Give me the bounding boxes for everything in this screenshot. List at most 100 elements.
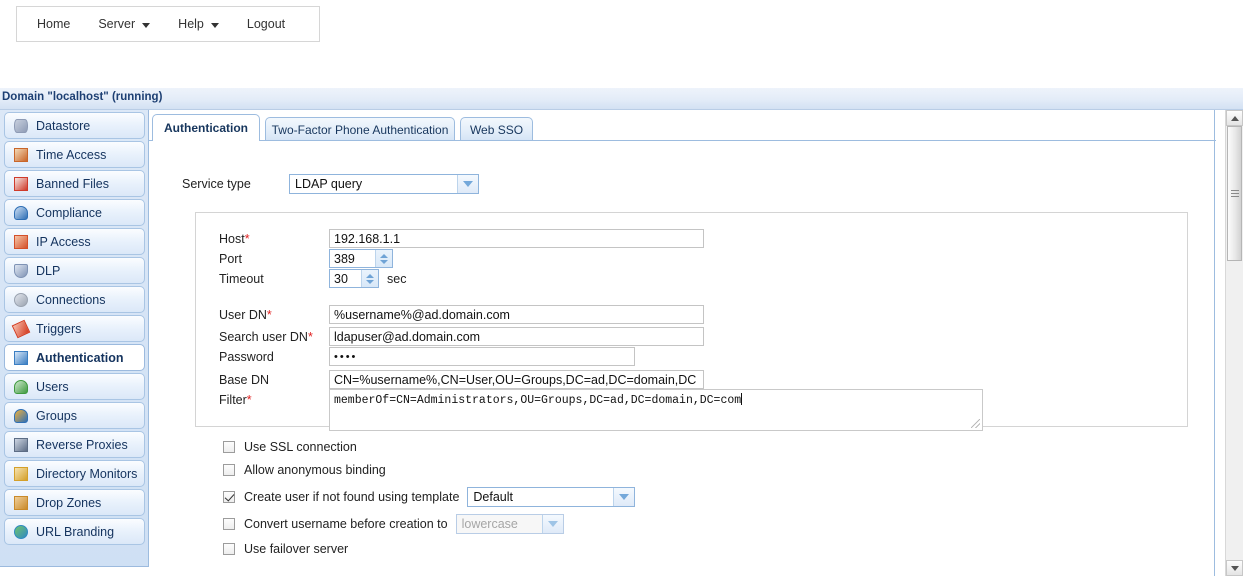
- left-sidebar-nav: Datastore Time Access Banned Files Complian…: [0, 110, 149, 567]
- datastore-icon: [13, 118, 29, 134]
- domain-status-text: Domain "localhost" (running): [2, 91, 163, 103]
- service-type-select[interactable]: LDAP query: [289, 174, 479, 194]
- required-asterisk: *: [246, 393, 252, 407]
- sidebar-item-label: Groups: [36, 408, 77, 423]
- option-label: Use SSL connection: [244, 440, 357, 454]
- sidebar-item-connections[interactable]: Connections: [4, 286, 145, 313]
- tab-authentication[interactable]: Authentication: [152, 114, 260, 141]
- stepper-arrows-icon[interactable]: [361, 270, 378, 287]
- service-type-row: Service type LDAP query: [182, 174, 479, 194]
- sidebar-item-authentication[interactable]: Authentication: [4, 344, 145, 371]
- sidebar-item-label: URL Branding: [36, 524, 115, 539]
- firewall-icon: [13, 234, 29, 250]
- checkbox-use-ssl-connection[interactable]: [223, 441, 235, 453]
- option-row-create-user-if-not-found-using-tem: Create user if not found using template D…: [223, 487, 636, 507]
- scrollbar-thumb[interactable]: [1227, 126, 1242, 261]
- content-right-border: [1214, 110, 1215, 576]
- chevron-down-icon: [541, 515, 563, 533]
- sidebar-item-label: Triggers: [36, 321, 82, 336]
- checkbox-use-failover-server[interactable]: [223, 543, 235, 555]
- vertical-scrollbar[interactable]: [1225, 110, 1243, 576]
- option-row-use-ssl-connection: Use SSL connection: [223, 440, 357, 454]
- user-icon: [13, 379, 29, 395]
- tab-web-sso[interactable]: Web SSO: [460, 117, 533, 141]
- menu-item-label: Home: [37, 17, 71, 31]
- field-row-search-user-dn: Search user DN* ldapuser@ad.domain.com: [219, 327, 704, 346]
- tab-label: Authentication: [164, 121, 248, 135]
- field-value: %username%@ad.domain.com: [334, 307, 510, 322]
- sidebar-item-label: Authentication: [36, 350, 124, 365]
- field-label-port: Port: [219, 252, 329, 266]
- username-case-select[interactable]: lowercase: [455, 514, 564, 534]
- chevron-down-icon: [613, 488, 635, 506]
- field-label-text: Base DN: [219, 372, 270, 387]
- sidebar-item-datastore[interactable]: Datastore: [4, 112, 145, 139]
- search-user-dn-input[interactable]: ldapuser@ad.domain.com: [329, 327, 704, 346]
- select-value: Default: [473, 490, 514, 504]
- sidebar-item-dlp[interactable]: DLP: [4, 257, 145, 284]
- required-asterisk: *: [307, 329, 313, 344]
- field-value: 30: [334, 271, 348, 286]
- timeout-stepper[interactable]: 30: [329, 269, 379, 288]
- sidebar-item-drop-zones[interactable]: Drop Zones: [4, 489, 145, 516]
- gears-icon: [13, 292, 29, 308]
- sidebar-item-users[interactable]: Users: [4, 373, 145, 400]
- sidebar-item-label: Datastore: [36, 118, 91, 133]
- lightning-arrow-icon: [11, 319, 31, 338]
- menu-item-logout[interactable]: Logout: [233, 8, 299, 40]
- users-group-icon: [13, 408, 29, 424]
- sidebar-item-triggers[interactable]: Triggers: [4, 315, 145, 342]
- sidebar-item-label: IP Access: [36, 234, 91, 249]
- sidebar-item-url-branding[interactable]: URL Branding: [4, 518, 145, 545]
- checkbox-allow-anonymous-binding[interactable]: [223, 464, 235, 476]
- package-icon: [13, 495, 29, 511]
- menu-item-help[interactable]: Help: [164, 8, 233, 40]
- menu-item-server[interactable]: Server: [84, 8, 164, 40]
- user-template-select[interactable]: Default: [467, 487, 636, 507]
- checkbox-convert-username-before-creation-t[interactable]: [223, 518, 235, 530]
- checkbox-create-user-if-not-found-using-tem[interactable]: [223, 491, 235, 503]
- sidebar-item-groups[interactable]: Groups: [4, 402, 145, 429]
- sidebar-item-ip-access[interactable]: IP Access: [4, 228, 145, 255]
- required-asterisk: *: [266, 307, 272, 322]
- base-dn-input[interactable]: CN=%username%,CN=User,OU=Groups,DC=ad,DC…: [329, 370, 704, 389]
- folder-clock-icon: [13, 466, 29, 482]
- user-shield-icon: [13, 205, 29, 221]
- shield-icon: [13, 263, 29, 279]
- host-input[interactable]: 192.168.1.1: [329, 229, 704, 248]
- field-label-host: Host*: [219, 232, 329, 246]
- filter-textarea[interactable]: memberOf=CN=Administrators,OU=Groups,DC=…: [329, 389, 983, 431]
- field-value: ldapuser@ad.domain.com: [334, 329, 481, 344]
- field-row-user-dn: User DN* %username%@ad.domain.com: [219, 305, 704, 324]
- text-cursor: [741, 393, 743, 405]
- scroll-down-arrow-icon[interactable]: [1226, 560, 1243, 576]
- sidebar-item-banned-files[interactable]: Banned Files: [4, 170, 145, 197]
- user-dn-input[interactable]: %username%@ad.domain.com: [329, 305, 704, 324]
- banned-file-icon: [13, 176, 29, 192]
- field-label-search-user-dn: Search user DN*: [219, 330, 329, 344]
- sidebar-item-label: Directory Monitors: [36, 466, 138, 481]
- scroll-up-arrow-icon[interactable]: [1226, 110, 1243, 126]
- sidebar-item-time-access[interactable]: Time Access: [4, 141, 145, 168]
- field-row-filter: Filter*: [219, 393, 329, 407]
- sidebar-item-label: Drop Zones: [36, 495, 102, 510]
- sidebar-item-directory-monitors[interactable]: Directory Monitors: [4, 460, 145, 487]
- top-menu-bar: Home Server Help Logout: [16, 6, 320, 42]
- scroll-thumb-grip-icon: [1230, 190, 1239, 197]
- sidebar-item-label: Users: [36, 379, 69, 394]
- menu-item-home[interactable]: Home: [17, 8, 84, 40]
- sidebar-item-reverse-proxies[interactable]: Reverse Proxies: [4, 431, 145, 458]
- option-label: Create user if not found using template: [244, 490, 460, 504]
- stepper-arrows-icon[interactable]: [375, 250, 392, 267]
- password-input[interactable]: ••••: [329, 347, 635, 366]
- tab-two-factor-phone-authentication[interactable]: Two-Factor Phone Authentication: [265, 117, 455, 141]
- field-value: CN=%username%,CN=User,OU=Groups,DC=ad,DC…: [334, 372, 697, 387]
- port-stepper[interactable]: 389: [329, 249, 393, 268]
- field-row-timeout: Timeout 30 sec: [219, 269, 406, 288]
- servers-icon: [13, 437, 29, 453]
- sidebar-item-compliance[interactable]: Compliance: [4, 199, 145, 226]
- textarea-resize-handle[interactable]: [971, 419, 980, 428]
- chevron-down-icon: [210, 22, 219, 28]
- option-label: Use failover server: [244, 542, 349, 556]
- tab-content-panel: Service type LDAP query Host* 192.168.1.1…: [148, 140, 1216, 567]
